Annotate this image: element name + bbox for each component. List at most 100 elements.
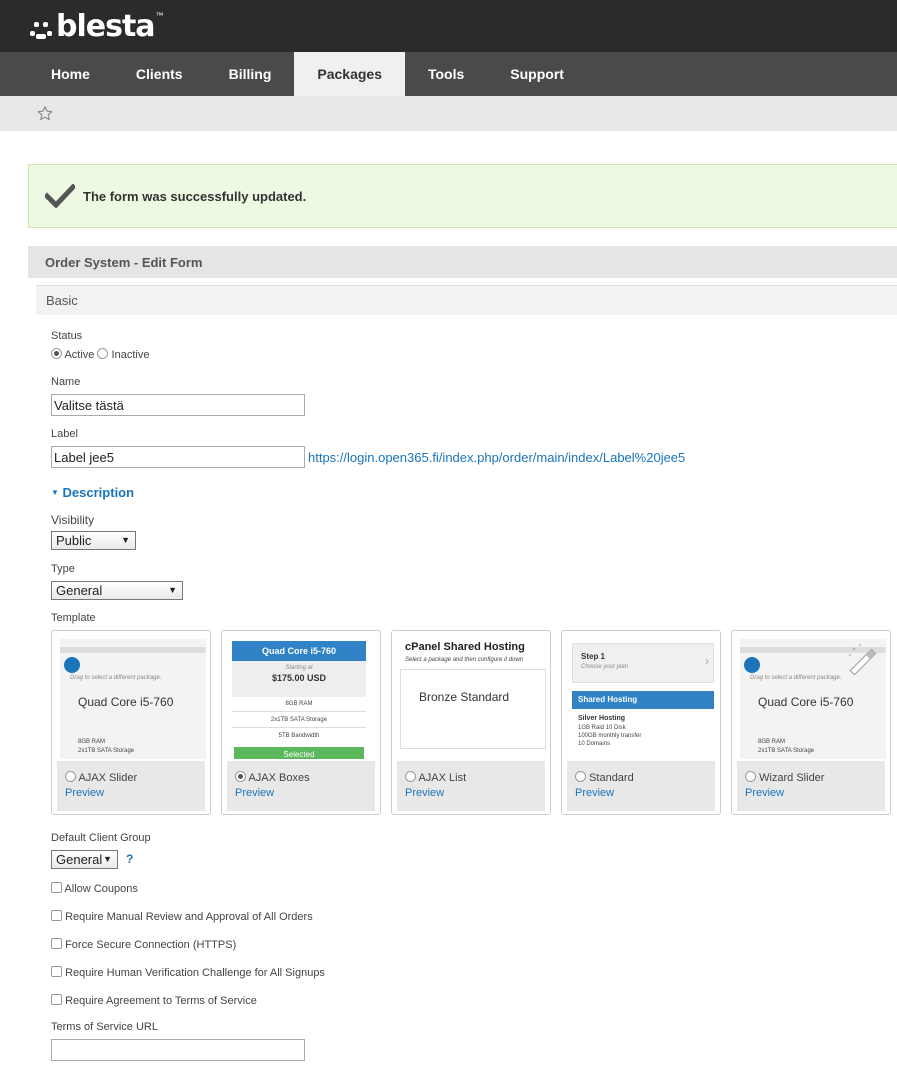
thumb-starting: Starting at (285, 665, 313, 671)
thumb-line: 2x1TB SATA Storage (78, 748, 135, 754)
type-select[interactable]: General ▼ (51, 581, 183, 600)
thumb-line: 8GB RAM (285, 701, 313, 707)
thumb-line: 1GB Raid 10 Disk (578, 725, 626, 731)
template-footer: Standard Preview (567, 761, 715, 811)
magic-wand-icon (849, 644, 877, 676)
type-label: Type (51, 563, 75, 575)
template-card-wizard-slider[interactable]: Drag to select a different package. Quad… (731, 630, 891, 815)
status-active-label: Active (64, 349, 95, 361)
preview-link[interactable]: Preview (575, 787, 614, 799)
description-toggle[interactable]: ▼ Description (51, 485, 134, 500)
type-value: General (56, 583, 103, 598)
tos-url-label: Terms of Service URL (51, 1021, 158, 1033)
human-verification-checkbox[interactable] (51, 966, 62, 977)
alert-message: The form was successfully updated. (83, 189, 307, 204)
template-card-ajax-slider[interactable]: Drag to select a different package. Quad… (51, 630, 211, 815)
terms-agreement-checkbox[interactable] (51, 994, 62, 1005)
manual-review-row: Require Manual Review and Approval of Al… (51, 910, 313, 923)
preview-link[interactable]: Preview (65, 787, 104, 799)
checkbox-label: Require Agreement to Terms of Service (65, 995, 257, 1007)
thumb-subtitle: Select a package and then configure it d… (405, 657, 524, 663)
template-radio[interactable] (235, 771, 246, 782)
manual-review-checkbox[interactable] (51, 910, 62, 921)
force-https-row: Force Secure Connection (HTTPS) (51, 938, 236, 951)
template-footer: AJAX Slider Preview (57, 761, 205, 811)
status-inactive-radio[interactable] (97, 348, 109, 359)
checkbox-label: Force Secure Connection (HTTPS) (65, 939, 237, 951)
preview-link[interactable]: Preview (745, 787, 784, 799)
dropdown-arrow-icon: ▼ (121, 535, 130, 545)
thumb-title: cPanel Shared Hosting (405, 641, 525, 653)
checkbox-label: Require Manual Review and Approval of Al… (65, 911, 313, 923)
template-radio[interactable] (65, 771, 76, 782)
nav-home[interactable]: Home (28, 52, 113, 96)
thumb-plan: Silver Hosting (578, 715, 626, 722)
client-group-select[interactable]: General ▼ (51, 850, 118, 869)
template-thumbnail: Drag to select a different package. Quad… (60, 639, 206, 759)
template-card-ajax-boxes[interactable]: Quad Core i5-760 Starting at $175.00 USD… (221, 630, 381, 815)
force-https-checkbox[interactable] (51, 938, 62, 949)
thumb-bar: Shared Hosting (572, 691, 714, 709)
thumb-line: 10 Domains (578, 741, 611, 747)
status-inactive-label: Inactive (111, 349, 150, 361)
template-footer: AJAX List Preview (397, 761, 545, 811)
nav-billing[interactable]: Billing (206, 52, 295, 96)
template-name: AJAX List (418, 772, 467, 784)
thumb-hint: Drag to select a different package. (750, 675, 842, 681)
tos-url-input[interactable] (51, 1039, 305, 1061)
nav-support[interactable]: Support (487, 52, 587, 96)
template-card-standard[interactable]: Step 1 Choose your plan › Shared Hosting… (561, 630, 721, 815)
name-label: Name (51, 376, 81, 388)
success-alert: The form was successfully updated. (28, 164, 897, 228)
client-group-value: General (56, 852, 103, 867)
help-icon[interactable]: ? (126, 852, 133, 866)
preview-link[interactable]: Preview (405, 787, 444, 799)
template-thumbnail: cPanel Shared Hosting Select a package a… (400, 639, 546, 759)
template-name: AJAX Boxes (248, 772, 310, 784)
dropdown-arrow-icon: ▼ (168, 585, 177, 595)
thumb-price: $175.00 USD (271, 673, 327, 683)
client-group-label: Default Client Group (51, 832, 151, 844)
allow-coupons-checkbox[interactable] (51, 882, 62, 893)
template-label: Template (51, 612, 96, 624)
preview-link[interactable]: Preview (235, 787, 274, 799)
template-radio[interactable] (575, 771, 586, 782)
thumb-button: Selected (234, 747, 364, 759)
name-input[interactable] (51, 394, 305, 416)
panel-title: Order System - Edit Form (45, 255, 203, 270)
thumb-step-sub: Choose your plan (581, 664, 629, 670)
visibility-value: Public (56, 533, 92, 548)
thumb-title: Quad Core i5-760 (758, 695, 854, 709)
thumb-item: Bronze Standard (419, 690, 510, 704)
template-radio[interactable] (745, 771, 756, 782)
template-footer: Wizard Slider Preview (737, 761, 885, 811)
star-icon[interactable] (36, 105, 54, 122)
nav-packages[interactable]: Packages (294, 52, 405, 96)
section-title: Basic (46, 293, 78, 308)
chevron-right-icon: › (705, 654, 709, 668)
thumb-line: 2x1TB SATA Storage (270, 717, 328, 723)
blesta-logo[interactable]: blesta ™ (28, 6, 164, 46)
caret-down-icon: ▼ (51, 488, 59, 497)
dropdown-arrow-icon: ▼ (103, 854, 112, 864)
human-verification-row: Require Human Verification Challenge for… (51, 966, 325, 979)
status-active-radio[interactable] (51, 348, 62, 359)
visibility-select[interactable]: Public ▼ (51, 531, 136, 550)
status-radio-group: Active Inactive (51, 348, 149, 361)
label-label: Label (51, 428, 78, 440)
thumb-line: 100GB monthly transfer (578, 733, 642, 739)
template-card-ajax-list[interactable]: cPanel Shared Hosting Select a package a… (391, 630, 551, 815)
nav-tools[interactable]: Tools (405, 52, 487, 96)
logo-text: blesta (56, 8, 156, 44)
panel-header: Order System - Edit Form (28, 246, 897, 278)
status-label: Status (51, 330, 83, 342)
label-input[interactable] (51, 446, 305, 468)
nav-clients[interactable]: Clients (113, 52, 206, 96)
logo-tm: ™ (155, 10, 164, 20)
main-nav: Home Clients Billing Packages Tools Supp… (0, 52, 897, 96)
thumb-line: 5TB Bandwidth (278, 733, 320, 739)
logo-mark-icon (28, 11, 54, 41)
template-name: AJAX Slider (78, 772, 138, 784)
order-form-url-link[interactable]: https://login.open365.fi/index.php/order… (308, 450, 685, 465)
template-radio[interactable] (405, 771, 416, 782)
